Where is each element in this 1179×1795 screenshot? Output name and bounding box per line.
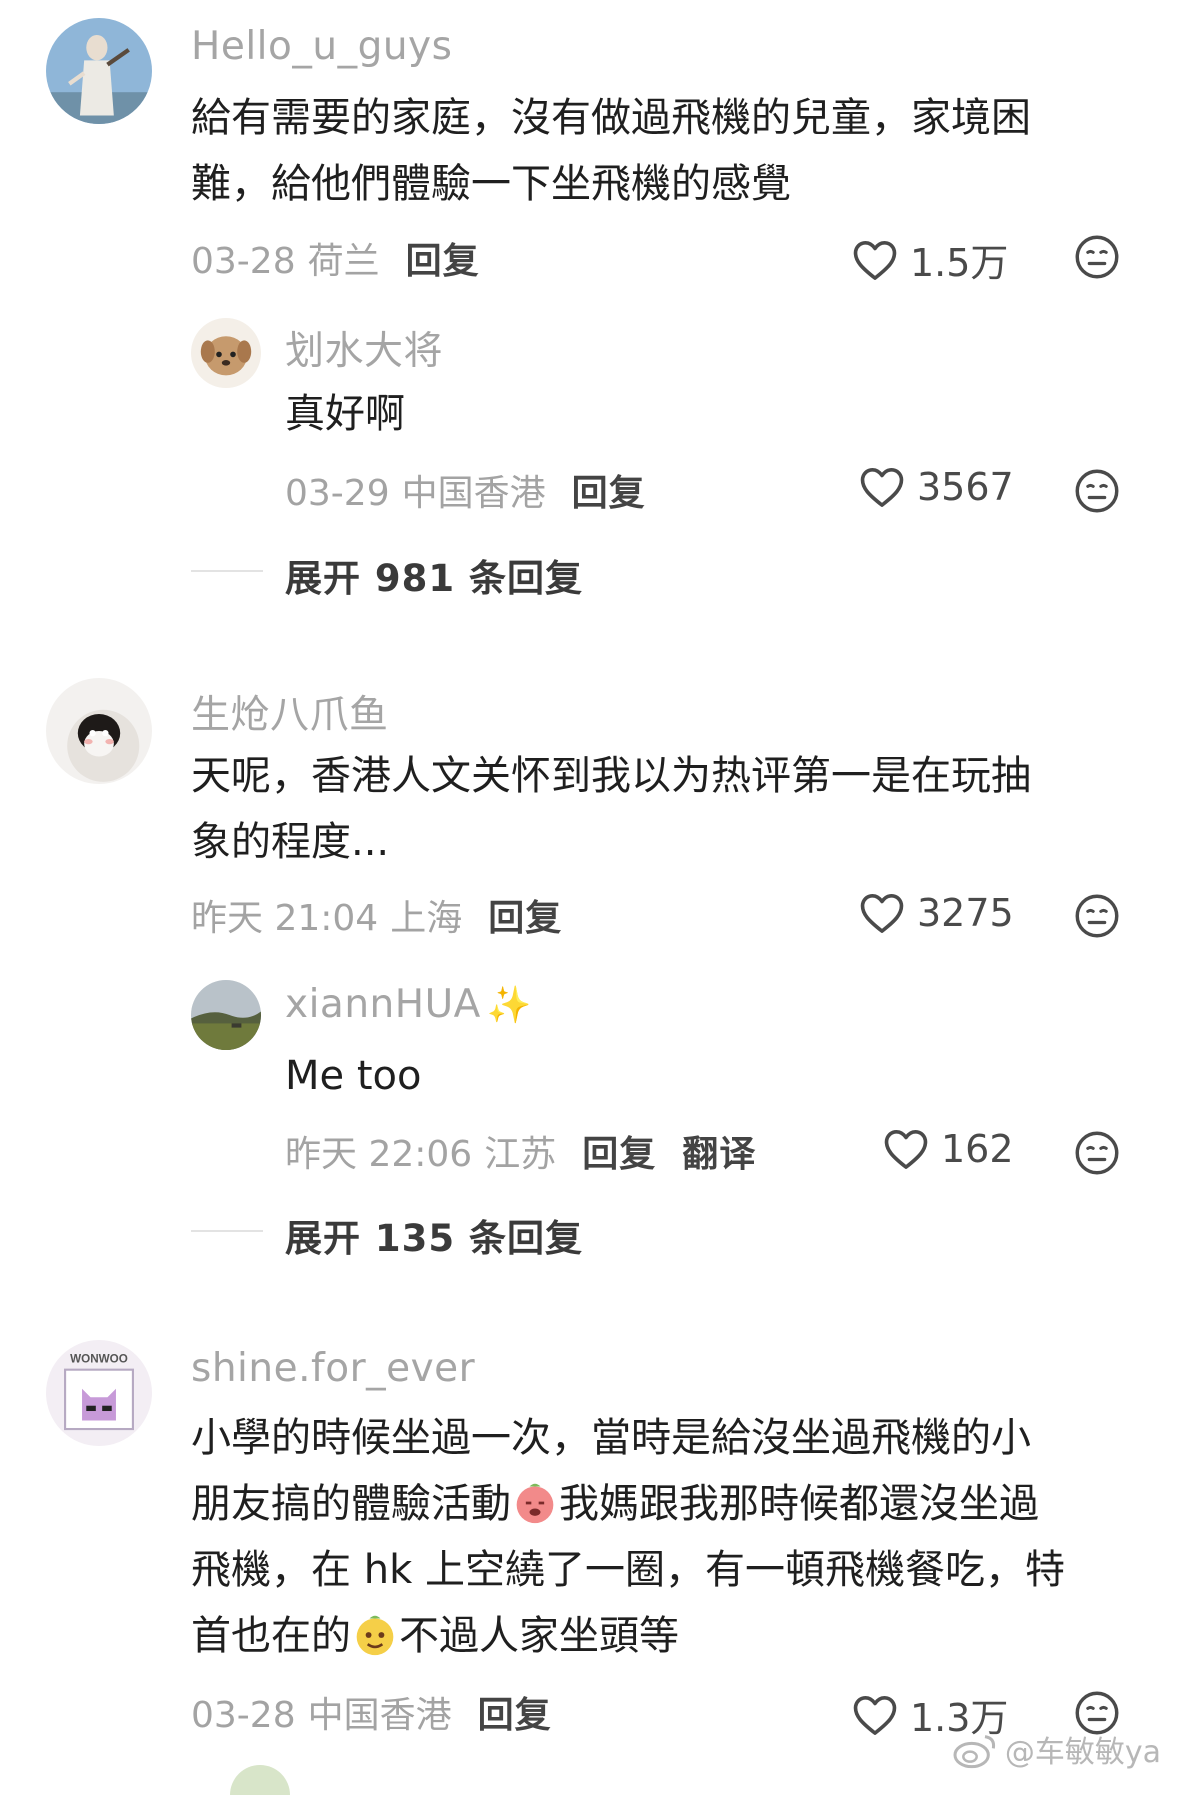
expand-divider [191,570,263,572]
heart-outline-icon [860,894,904,933]
reply-meta: 昨天 22:06 江苏 回复 翻译 [285,1125,756,1177]
comment-location: 上海 [390,898,463,939]
reply-text: Me too [285,1053,422,1099]
avatar[interactable] [46,678,152,784]
comment-meta: 03-28 中国香港 回复 [191,1686,552,1738]
reply-avatar[interactable] [191,980,261,1050]
heart-outline-icon [853,1695,897,1735]
reply-username-text: xiannHUA [285,982,481,1027]
sparkles-icon: ✨ [486,985,533,1026]
svg-text:WONWOO: WONWOO [70,1352,128,1365]
penguin-avatar-image [46,678,152,784]
comment-text: 給有需要的家庭，沒有做過飛機的兒童，家境困 難，給他們體驗一下坐飛機的感覺 [191,85,1031,217]
reply-location: 江苏 [484,1134,557,1175]
watermark-text: @车敏敏ya [1004,1735,1161,1770]
comment-text: 小學的時候坐過一次，當時是給沒坐過飛機的小 朋友搞的體驗活動 我媽跟我那時候都還沒… [191,1405,1065,1669]
reply-button[interactable]: 回复 [488,898,562,939]
meh-face-icon[interactable] [1074,1130,1120,1176]
smirk-emoji-icon [356,1615,394,1656]
heart-outline-icon [860,468,904,507]
heart-outline-icon [853,240,897,280]
reply-date: 03-29 [285,473,390,514]
reply-meta: 03-29 中国香港 回复 [285,464,646,516]
comment-meta: 03-28 荷兰 回复 [191,232,480,284]
reply-like-button[interactable]: 162 [883,1127,1014,1171]
like-count: 3275 [917,891,1014,935]
username[interactable]: Hello_u_guys [191,24,452,69]
reply-date: 昨天 22:06 [285,1134,473,1175]
username[interactable]: 生炝八爪鱼 [191,684,389,740]
comment-text-line: 給有需要的家庭，沒有做過飛機的兒童，家境困 [191,95,1031,141]
expand-replies-button[interactable]: 展开 981 条回复 [285,548,583,602]
reply-username[interactable]: 划水大将 [285,320,443,376]
landscape-avatar-image [191,980,261,1050]
reply-username[interactable]: xiannHUA ✨ [285,982,532,1027]
comment-text: 天呢，香港人文关怀到我以为热评第一是在玩抽 象的程度... [191,743,1031,875]
expand-replies-button[interactable]: 展开 135 条回复 [285,1208,583,1262]
puppy-avatar-image [191,318,261,388]
reply-location: 中国香港 [401,473,546,514]
like-count: 3567 [917,465,1014,509]
reply-avatar[interactable] [191,318,261,388]
meh-face-icon[interactable] [1074,893,1120,939]
username[interactable]: shine.for_ever [191,1346,475,1391]
heart-outline-icon [884,1130,928,1169]
comment-text-line: 小學的時候坐過一次，當時是給沒坐過飛機的小 [191,1415,1031,1461]
next-comment-avatar [230,1765,290,1795]
comment-text-line: 象的程度... [191,819,390,865]
comment-text-line: 天呢，香港人文关怀到我以为热评第一是在玩抽 [191,753,1031,799]
reply-text: 真好啊 [285,391,405,437]
user-avatar-image [46,18,152,124]
comment-location: 中国香港 [307,1695,452,1736]
crying-emoji-icon [516,1483,554,1524]
like-count: 162 [941,1127,1014,1171]
meh-face-icon[interactable] [1074,234,1120,280]
reply-button[interactable]: 回复 [572,473,646,514]
avatar[interactable] [46,18,152,124]
reply-button[interactable]: 回复 [478,1695,552,1736]
meh-face-icon[interactable] [1074,468,1120,514]
reply-button[interactable]: 回复 [406,241,480,282]
expand-divider [191,1230,263,1232]
like-count: 1.5万 [910,241,1009,285]
avatar[interactable]: WONWOO [46,1340,152,1446]
comment-text-line: 飛機，在 hk 上空繞了一圈，有一頓飛機餐吃，特 [191,1547,1065,1593]
comment-date: 昨天 21:04 [191,898,379,939]
watermark: @车敏敏ya [951,1727,1161,1771]
comment-meta: 昨天 21:04 上海 回复 [191,889,562,941]
reply-like-button[interactable]: 3567 [859,465,1014,509]
comment-date: 03-28 [191,1695,296,1736]
cat-avatar-image: WONWOO [46,1340,152,1446]
weibo-logo-icon [953,1735,995,1769]
translate-button[interactable]: 翻译 [682,1134,756,1175]
like-button[interactable]: 3275 [859,891,1014,935]
comment-text-line: 首也在的 不過人家坐頭等 [191,1613,679,1659]
comment-text-line: 難，給他們體驗一下坐飛機的感覺 [191,161,791,207]
comment-text-line: 朋友搞的體驗活動 我媽跟我那時候都還沒坐過 [191,1481,1039,1527]
comment-date: 03-28 [191,241,296,282]
like-button[interactable]: 1.5万 [852,232,1008,287]
comment-location: 荷兰 [307,241,380,282]
reply-button[interactable]: 回复 [582,1134,656,1175]
